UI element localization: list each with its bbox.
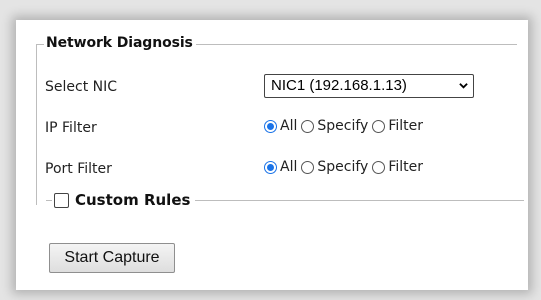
port-filter-specify-label: Specify: [317, 159, 369, 175]
chevron-down-icon: [459, 83, 468, 89]
ip-filter-options: All Specify Filter: [264, 118, 427, 134]
custom-rules-toggle[interactable]: Custom Rules: [52, 191, 196, 209]
port-filter-specify-radio[interactable]: [301, 160, 315, 174]
nic-select[interactable]: NIC1 (192.168.1.13): [264, 74, 474, 98]
group-title: Network Diagnosis: [44, 35, 196, 51]
port-filter-filter-radio[interactable]: [372, 160, 386, 174]
ip-filter-specify-radio[interactable]: [301, 119, 315, 133]
custom-rules-label: Custom Rules: [75, 191, 191, 209]
select-nic-label: Select NIC: [45, 79, 118, 95]
ip-filter-all-radio[interactable]: [264, 119, 277, 133]
ip-filter-filter-radio[interactable]: [372, 119, 386, 133]
ip-filter-specify-label: Specify: [317, 118, 369, 134]
custom-rules-checkbox[interactable]: [54, 192, 69, 208]
port-filter-options: All Specify Filter: [264, 159, 427, 175]
ip-filter-filter-label: Filter: [388, 118, 423, 134]
ip-filter-all-label: All: [280, 118, 298, 134]
port-filter-all-label: All: [280, 159, 298, 175]
start-capture-button[interactable]: Start Capture: [49, 243, 175, 273]
port-filter-all-radio[interactable]: [264, 160, 277, 174]
nic-select-value: NIC1 (192.168.1.13): [271, 77, 407, 94]
port-filter-filter-label: Filter: [388, 159, 423, 175]
ip-filter-label: IP Filter: [45, 120, 97, 136]
port-filter-label: Port Filter: [45, 161, 112, 177]
